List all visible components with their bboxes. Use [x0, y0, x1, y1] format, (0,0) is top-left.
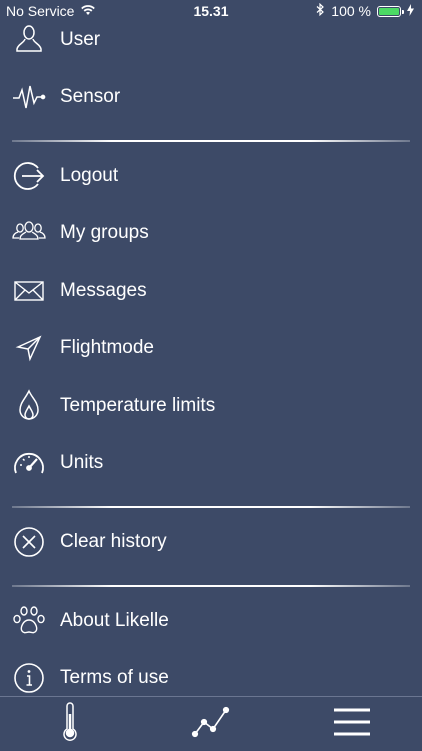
menu-item-temperature-limits[interactable]: Temperature limits: [0, 381, 422, 431]
menu-item-label: Messages: [60, 280, 147, 301]
menu-item-label: Terms of use: [60, 667, 169, 688]
menu-item-label: User: [60, 29, 101, 50]
flame-icon: [12, 389, 46, 423]
menu-item-clear-history[interactable]: Clear history: [0, 517, 422, 567]
menu-divider: [12, 585, 410, 587]
menu-item-messages[interactable]: Messages: [0, 266, 422, 316]
menu-item-label: Sensor: [60, 86, 121, 107]
menu-item-flightmode[interactable]: Flightmode: [0, 323, 422, 373]
menu-item-my-groups[interactable]: My groups: [0, 208, 422, 258]
menu-item-user[interactable]: User: [0, 15, 422, 65]
graph-icon: [191, 702, 231, 747]
menu-item-sensor[interactable]: Sensor: [0, 72, 422, 122]
hamburger-menu-icon: [332, 702, 372, 747]
tab-temperature[interactable]: [20, 697, 120, 751]
menu-item-units[interactable]: Units: [0, 438, 422, 488]
paper-plane-icon: [12, 331, 46, 365]
battery-fill: [379, 7, 399, 15]
menu-item-label: My groups: [60, 222, 149, 243]
tab-menu[interactable]: [302, 697, 402, 751]
user-icon: [12, 23, 46, 57]
menu-item-label: Flightmode: [60, 337, 154, 358]
clear-circle-icon: [12, 525, 46, 559]
speedometer-icon: [12, 446, 46, 480]
info-icon: [12, 661, 46, 695]
menu-item-label: About Likelle: [60, 610, 169, 631]
thermometer-icon: [50, 701, 90, 747]
menu-divider: [12, 506, 410, 508]
menu-item-label: Clear history: [60, 531, 167, 552]
paw-icon: [12, 604, 46, 638]
group-icon: [12, 216, 46, 250]
envelope-icon: [12, 274, 46, 308]
menu-item-about[interactable]: About Likelle: [0, 596, 422, 646]
logout-icon: [12, 159, 46, 193]
menu-item-logout[interactable]: Logout: [0, 151, 422, 201]
menu-item-label: Temperature limits: [60, 395, 216, 416]
menu-item-label: Units: [60, 452, 104, 473]
tab-graph[interactable]: [161, 697, 261, 751]
pulse-icon: [12, 80, 46, 114]
tab-bar: [0, 696, 422, 751]
menu-divider: [12, 140, 410, 142]
menu-item-label: Logout: [60, 165, 119, 186]
